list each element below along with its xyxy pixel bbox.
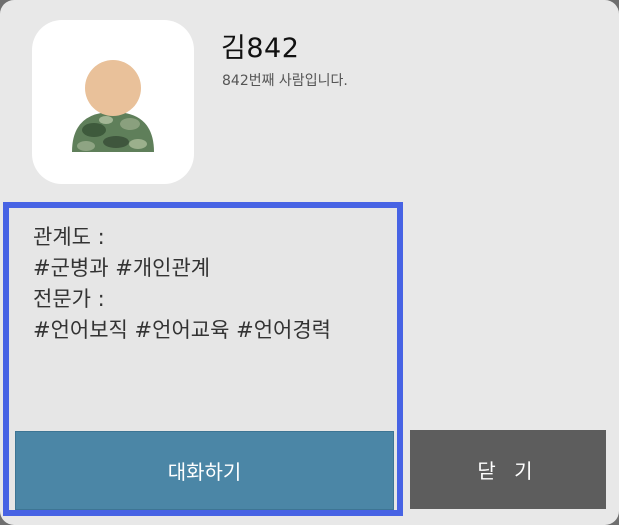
avatar xyxy=(32,20,194,184)
profile-dialog: 김842 842번째 사람입니다. 관계도 : #군병과 #개인관계 전문가 :… xyxy=(0,0,619,525)
relation-tags: #군병과 #개인관계 xyxy=(33,256,211,280)
info-section: 관계도 : #군병과 #개인관계 전문가 : #언어보직 #언어교육 #언어경력 xyxy=(33,222,331,346)
profile-name: 김842 xyxy=(221,33,300,64)
relation-label: 관계도 : xyxy=(33,225,105,249)
chat-button[interactable]: 대화하기 xyxy=(15,431,394,510)
close-button[interactable]: 닫 기 xyxy=(410,430,606,509)
soldier-avatar-icon xyxy=(72,60,154,152)
expertise-tags: #언어보직 #언어교육 #언어경력 xyxy=(33,318,331,342)
profile-subtitle: 842번째 사람입니다. xyxy=(222,73,348,89)
expertise-label: 전문가 : xyxy=(33,287,105,311)
